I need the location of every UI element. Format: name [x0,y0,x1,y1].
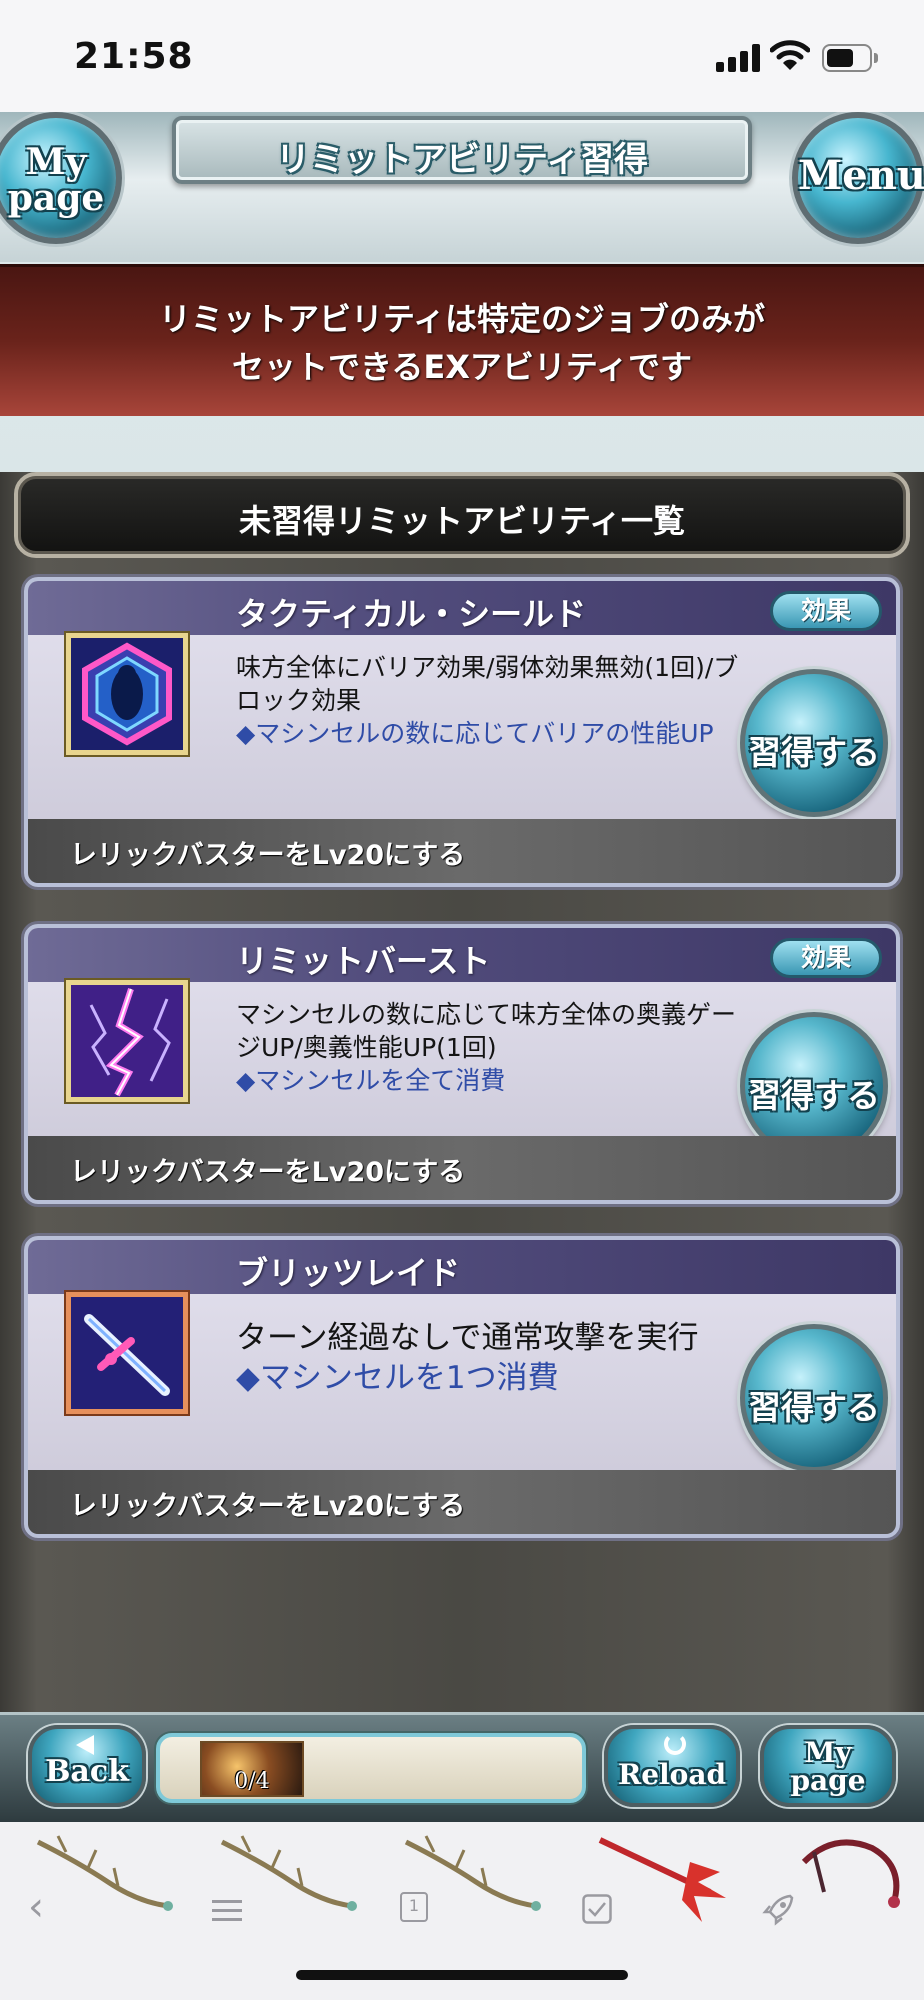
wifi-icon [769,38,811,72]
ability-card: ブリッツレイド ターン経過なしで通常攻撃を実行 ◆マシンセルを1つ消費 習得する [24,1236,900,1538]
info-line-1: リミットアビリティは特定のジョブのみが [158,300,766,338]
highlight-text: ◆マシンセルを1つ消費 [236,1360,559,1396]
description-text: 味方全体にバリア効果/弱体効果無効(1回)/ブロック効果 [236,653,739,715]
section-header: 未習得リミットアビリティ一覧 [14,472,910,558]
bottom-mypage-button[interactable]: My page [760,1725,896,1807]
status-bar: 21:58 [0,0,924,112]
requirement-bar: レリックバスターをLv20にする [28,1470,896,1534]
mypage-button[interactable]: My page [0,112,122,244]
rocket-icon [762,1894,794,1926]
ability-card: タクティカル・シールド 効果 味方全体にバリア効果/弱体効果無効(1回)/ブロッ… [24,577,900,887]
learn-label: 習得する [748,733,880,772]
ability-description: ターン経過なしで通常攻撃を実行 ◆マシンセルを1つ消費 [236,1318,756,1398]
requirement-bar: レリックバスターをLv20にする [28,1136,896,1200]
back-arrow-icon [76,1735,94,1755]
section-title: 未習得リミットアビリティ一覧 [238,502,686,540]
ability-list: 未習得リミットアビリティ一覧 タクティカル・シールド 効果 味方全体にバリア効果… [0,472,924,1742]
toolbar-back-button[interactable]: ‹ [18,1822,202,1942]
ability-description: マシンセルの数に応じて味方全体の奥義ゲージUP/奥義性能UP(1回) ◆マシンセ… [236,998,756,1097]
info-banner: リミットアビリティは特定のジョブのみが セットできるEXアビリティです [0,264,924,416]
description-text: マシンセルの数に応じて味方全体の奥義ゲージUP/奥義性能UP(1回) [236,1000,737,1062]
bottom-mypage-label: My page [790,1736,866,1797]
toolbar-check-button[interactable] [570,1822,754,1942]
status-time: 21:58 [74,36,194,77]
back-label: Back [45,1754,129,1789]
info-line-2: セットできるEXアビリティです [232,348,692,386]
toolbar-list-button[interactable] [202,1822,386,1942]
requirement-text: レリックバスターをLv20にする [70,1157,466,1188]
branch-icon [36,1835,173,1911]
sword-icon [66,1292,188,1414]
toolbar-tabs-button[interactable]: 1 [386,1822,570,1942]
info-text: リミットアビリティは特定のジョブのみが セットできるEXアビリティです [0,295,924,391]
flame-sword-icon [598,1837,726,1922]
checkbox-icon [582,1894,612,1924]
effect-button[interactable]: 効果 [770,938,882,978]
card-header: ブリッツレイド [28,1240,896,1294]
progress-bar: 0/4 [156,1733,586,1803]
reload-button[interactable]: Reload [604,1725,740,1807]
toolbar-rocket-button[interactable] [754,1822,914,1942]
cellular-signal-icon [716,44,762,72]
learn-label: 習得する [748,1076,880,1115]
learn-label: 習得する [748,1388,880,1427]
back-chevron-icon: ‹ [28,1884,44,1930]
requirement-bar: レリックバスターをLv20にする [28,819,896,883]
ability-name: ブリッツレイド [236,1254,461,1292]
description-text: ターン経過なしで通常攻撃を実行 [236,1320,699,1356]
battery-icon [822,44,878,72]
effect-button[interactable]: 効果 [770,591,882,631]
list-icon [212,1900,242,1921]
reload-icon [664,1733,686,1755]
menu-label: Menu [798,152,924,199]
assist-item-icon: 0/4 [200,1741,304,1797]
bottom-nav: Back 0/4 Reload My page [0,1712,924,1822]
highlight-text: ◆マシンセルを全て消費 [236,1066,506,1095]
branch-icon [404,1835,541,1911]
ability-card: リミットバースト 効果 マシンセルの数に応じて味方全体の奥義ゲージUP/奥義性能… [24,924,900,1204]
ability-name: リミットバースト [236,942,491,980]
highlight-text: ◆マシンセルの数に応じてバリアの性能UP [236,719,714,748]
reload-label: Reload [617,1758,727,1791]
menu-button[interactable]: Menu [792,112,924,244]
requirement-text: レリックバスターをLv20にする [70,840,466,871]
back-button[interactable]: Back [28,1725,146,1807]
page-title: リミットアビリティ習得 [276,140,648,180]
browser-toolbar: ‹ 1 [0,1822,924,2000]
home-indicator [296,1970,628,1980]
ability-description: 味方全体にバリア効果/弱体効果無効(1回)/ブロック効果 ◆マシンセルの数に応じ… [236,651,756,750]
ability-name: タクティカル・シールド [236,595,587,633]
learn-button[interactable]: 習得する [740,1324,888,1472]
game-view: My page リミットアビリティ習得 Menu リミットアビリティは特定のジョ… [0,112,924,1822]
card-header: リミットバースト 効果 [28,928,896,982]
tab-count-icon: 1 [400,1892,428,1922]
mypage-label: My page [7,141,105,219]
requirement-text: レリックバスターをLv20にする [70,1491,466,1522]
lightning-icon [66,980,188,1102]
top-header: My page リミットアビリティ習得 Menu [0,112,924,262]
card-header: タクティカル・シールド 効果 [28,581,896,635]
branch-icon [220,1835,357,1911]
learn-button[interactable]: 習得する [740,669,888,817]
shield-icon [66,633,188,755]
title-plate: リミットアビリティ習得 [172,116,752,184]
progress-text: 0/4 [234,1769,270,1794]
